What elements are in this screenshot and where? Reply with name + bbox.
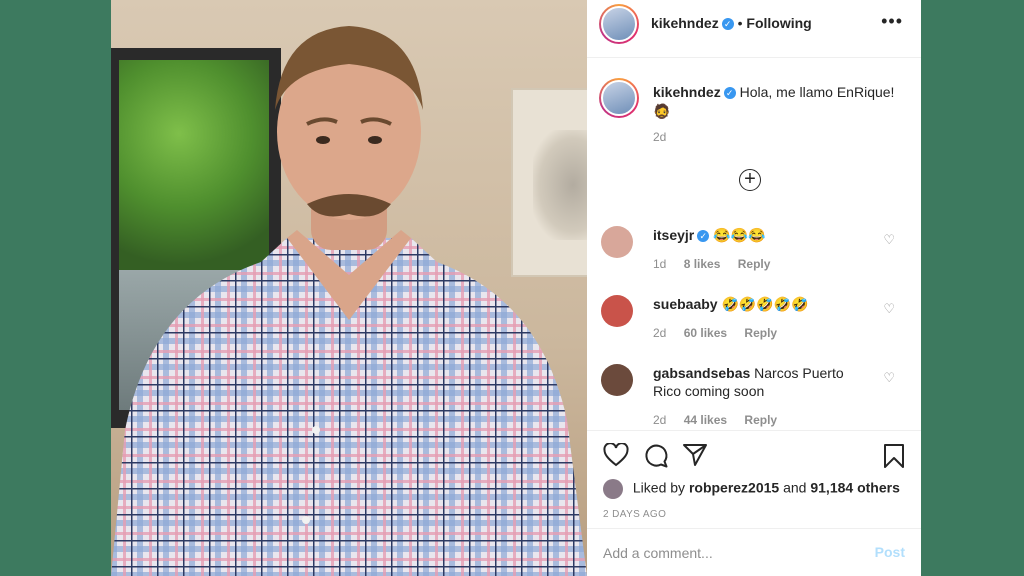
more-icon[interactable]: •••: [881, 11, 903, 32]
comment-likes[interactable]: 8 likes: [684, 257, 721, 271]
comment-text: 🤣🤣🤣🤣🤣: [721, 296, 809, 312]
comment-body: itseyjr ✓ 😂😂😂: [653, 226, 873, 244]
verified-badge-icon: ✓: [723, 87, 736, 100]
verified-badge-icon: ✓: [721, 18, 734, 31]
comment-meta: 2d 60 likes Reply: [653, 326, 791, 340]
comment-heart-icon[interactable]: ♡: [883, 232, 895, 248]
comment-likes[interactable]: 44 likes: [684, 413, 727, 427]
like-heart-icon[interactable]: [603, 443, 629, 467]
liked-by-others[interactable]: 91,184 others: [810, 480, 900, 496]
comment-time: 1d: [653, 257, 667, 271]
reply-button[interactable]: Reply: [738, 257, 771, 271]
share-send-icon[interactable]: [682, 443, 708, 467]
comment-meta: 2d 44 likes Reply: [653, 413, 791, 427]
comment-likes[interactable]: 60 likes: [684, 326, 727, 340]
comment-heart-icon[interactable]: ♡: [883, 370, 895, 386]
post-actions: Liked by robperez2015 and 91,184 others …: [587, 430, 921, 528]
liked-by: Liked by robperez2015 and 91,184 others: [603, 479, 900, 499]
comment-text: 😂😂😂: [713, 227, 766, 243]
liked-by-joiner: and: [783, 479, 807, 496]
caption-avatar[interactable]: [599, 78, 639, 118]
caption-emoji: 🧔: [653, 103, 671, 119]
liked-by-prefix: Liked by: [632, 479, 686, 496]
caption-username[interactable]: kikehndez: [653, 84, 721, 100]
post-photo[interactable]: [111, 0, 587, 576]
post-button[interactable]: Post: [875, 544, 905, 560]
caption-time: 2d: [653, 130, 667, 144]
post-panel: kikehndez ✓ • Following ••• kikehndez ✓ Ho…: [587, 0, 921, 576]
comment-time: 2d: [653, 413, 667, 427]
header-separator: •: [737, 15, 743, 31]
liker-avatar[interactable]: [603, 479, 623, 499]
caption-text: kikehndez ✓ Hola, me llamo EnRique! 🧔: [653, 83, 903, 121]
comment-meta: 1d 8 likes Reply: [653, 257, 784, 271]
caption-body: Hola, me llamo EnRique!: [739, 84, 895, 100]
author-avatar[interactable]: [599, 4, 639, 44]
following-button[interactable]: Following: [746, 15, 811, 31]
verified-badge-icon: ✓: [697, 230, 710, 243]
save-bookmark-icon[interactable]: [883, 443, 905, 469]
add-comment-bar: Post: [587, 528, 921, 576]
comment-avatar[interactable]: [601, 226, 633, 258]
comment-time: 2d: [653, 326, 667, 340]
comment-bubble-icon[interactable]: [643, 443, 669, 469]
comment-avatar[interactable]: [601, 295, 633, 327]
comment-body: gabsandsebas Narcos Puerto Rico coming s…: [653, 364, 873, 400]
photo-subject: [111, 26, 587, 576]
comment-username[interactable]: suebaaby: [653, 296, 718, 312]
reply-button[interactable]: Reply: [744, 326, 777, 340]
comment-avatar[interactable]: [601, 364, 633, 396]
reply-button[interactable]: Reply: [744, 413, 777, 427]
author-username[interactable]: kikehndez: [651, 15, 719, 31]
post-time-ago: 2 DAYS AGO: [603, 509, 667, 520]
header-title: kikehndez ✓ • Following: [651, 15, 812, 31]
plus-circle-icon[interactable]: +: [739, 169, 761, 191]
comment-username[interactable]: itseyjr: [653, 227, 694, 243]
post-header: kikehndez ✓ • Following •••: [587, 0, 921, 58]
comment-input[interactable]: [601, 541, 855, 565]
comment-heart-icon[interactable]: ♡: [883, 301, 895, 317]
comment-body: suebaaby 🤣🤣🤣🤣🤣: [653, 295, 873, 313]
liked-by-user[interactable]: robperez2015: [689, 480, 779, 496]
comment-username[interactable]: gabsandsebas: [653, 365, 750, 381]
